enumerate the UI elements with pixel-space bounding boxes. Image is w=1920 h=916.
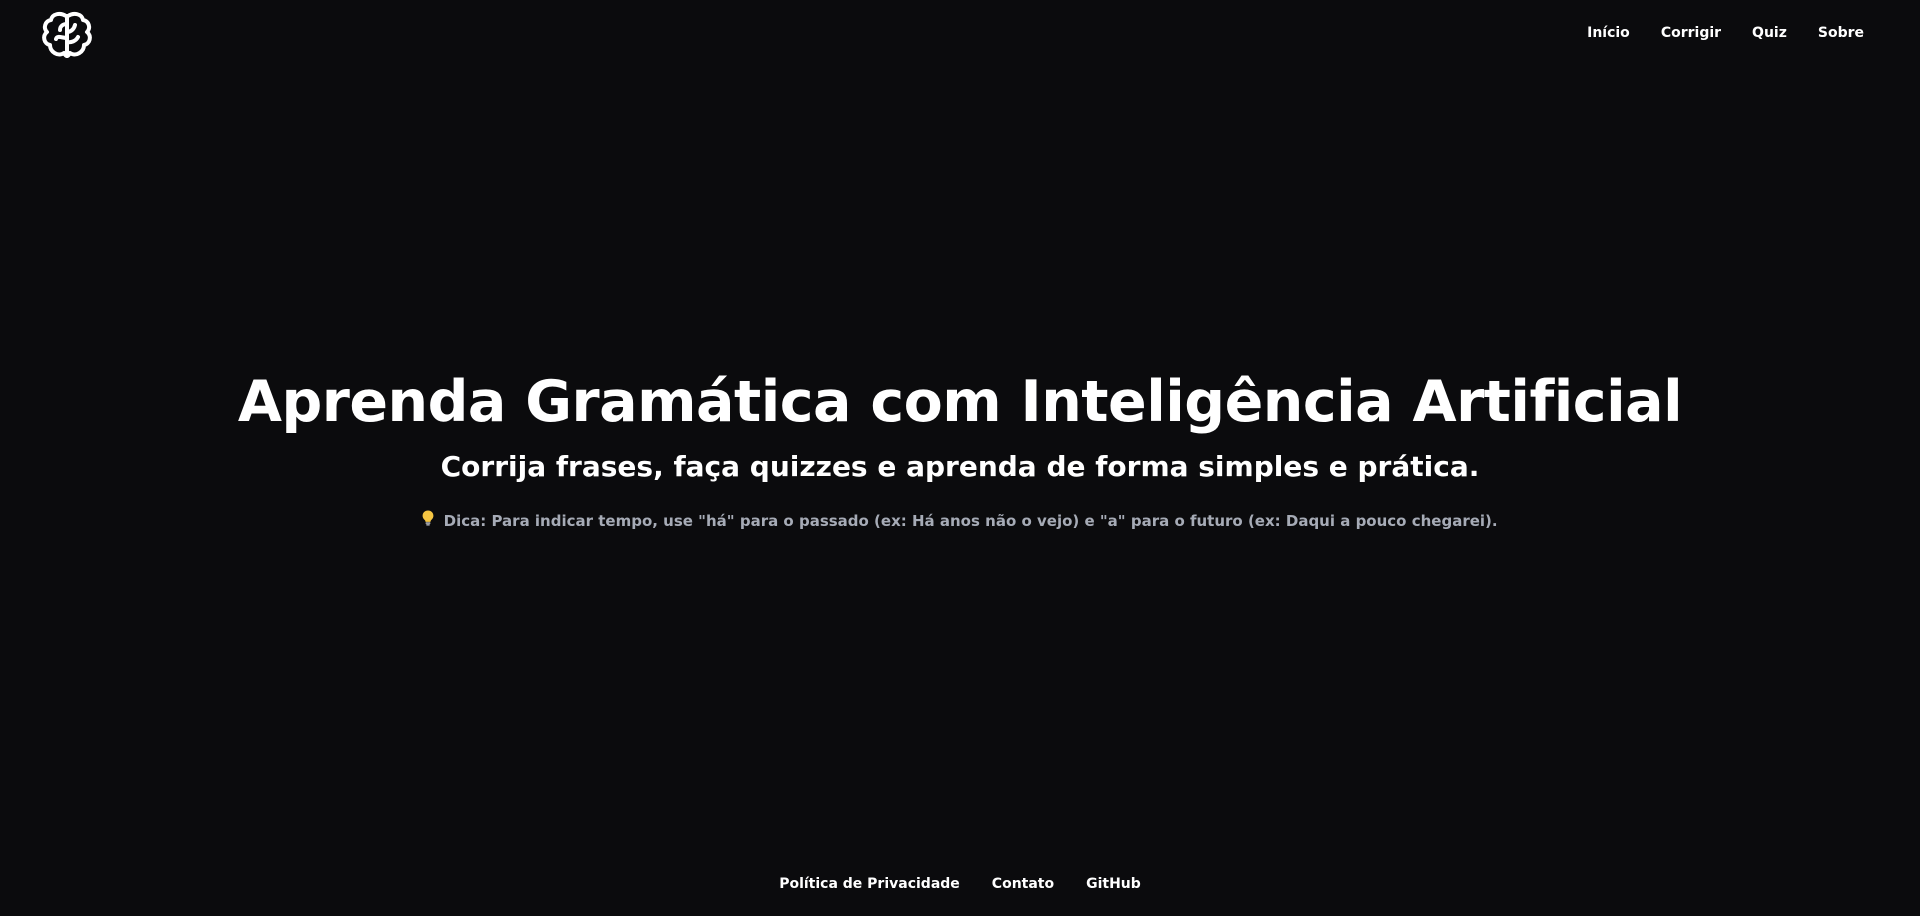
page: Início Corrigir Quiz Sobre Aprenda Gramá…	[0, 0, 1920, 916]
hero-section: Aprenda Gramática com Inteligência Artif…	[0, 366, 1920, 531]
main-nav: Início Corrigir Quiz Sobre	[1587, 25, 1864, 41]
nav-home-link[interactable]: Início	[1587, 25, 1630, 41]
tip-text: Dica: Para indicar tempo, use "há" para …	[443, 512, 1498, 530]
nav-about-link[interactable]: Sobre	[1818, 25, 1864, 41]
site-header: Início Corrigir Quiz Sobre	[0, 0, 1920, 70]
site-footer: Política de Privacidade Contato GitHub	[0, 876, 1920, 892]
footer-privacy-link[interactable]: Política de Privacidade	[779, 876, 960, 892]
logo-link[interactable]	[40, 8, 94, 62]
footer-contact-link[interactable]: Contato	[992, 876, 1054, 892]
hero-subtitle: Corrija frases, faça quizzes e aprenda d…	[440, 450, 1480, 483]
nav-correct-link[interactable]: Corrigir	[1661, 25, 1721, 41]
footer-github-link[interactable]: GitHub	[1086, 876, 1141, 892]
hero-title: Aprenda Gramática com Inteligência Artif…	[237, 369, 1683, 435]
grammar-tip: Dica: Para indicar tempo, use "há" para …	[0, 510, 1920, 531]
nav-quiz-link[interactable]: Quiz	[1752, 25, 1787, 41]
brain-icon	[42, 11, 92, 58]
lightbulb-icon	[422, 510, 434, 531]
